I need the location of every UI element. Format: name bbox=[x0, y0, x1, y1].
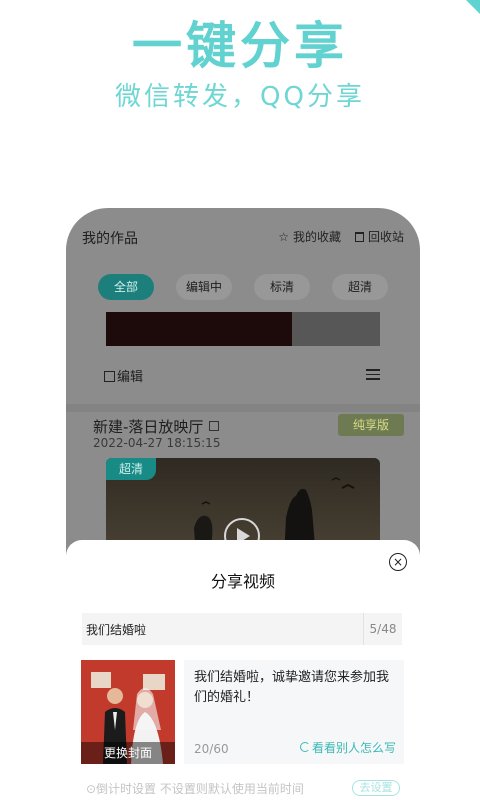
work-title[interactable]: 新建-落日放映厅 bbox=[93, 416, 220, 437]
share-sheet: 分享视频 × 我们结婚啦 5/48 更换封面 我们结婚啦，诚挚邀请您来参加我们的… bbox=[66, 540, 420, 800]
close-button[interactable]: × bbox=[389, 553, 407, 571]
title-char-count: 5/48 bbox=[363, 613, 402, 645]
see-others-link[interactable]: 看看别人怎么写 bbox=[299, 739, 396, 756]
hero-title: 一键分享 bbox=[132, 17, 348, 75]
edit-button[interactable]: 编辑 bbox=[104, 370, 143, 385]
tab-hd[interactable]: 超清 bbox=[332, 274, 388, 300]
recycle-bin-link[interactable]: 回收站 bbox=[354, 228, 404, 245]
edit-row: 编辑 bbox=[104, 366, 380, 386]
favorites-label: 我的收藏 bbox=[292, 230, 341, 244]
edit-icon bbox=[104, 371, 115, 382]
previous-work-thumbnail[interactable] bbox=[106, 312, 380, 346]
close-icon: × bbox=[392, 555, 404, 569]
app-header: 我的作品 ☆ 我的收藏 回收站 bbox=[82, 228, 404, 250]
thumbnail-dark-area bbox=[106, 312, 292, 346]
star-icon: ☆ bbox=[278, 229, 289, 244]
favorites-link[interactable]: ☆ 我的收藏 bbox=[278, 228, 341, 245]
hero-subtitle: 微信转发，QQ分享 bbox=[115, 82, 365, 112]
countdown-setting-button[interactable]: 去设置 bbox=[352, 780, 400, 796]
recycle-label: 回收站 bbox=[367, 230, 404, 244]
cover-image[interactable]: 更换封面 bbox=[81, 660, 175, 764]
rename-icon[interactable] bbox=[209, 421, 220, 431]
edit-label: 编辑 bbox=[117, 370, 144, 385]
work-title-text: 新建-落日放映厅 bbox=[93, 418, 204, 436]
see-others-label: 看看别人怎么写 bbox=[311, 741, 396, 755]
description-field[interactable]: 我们结婚啦，诚挚邀请您来参加我们的婚礼！ 20/60 看看别人怎么写 bbox=[184, 660, 404, 764]
sheet-title: 分享视频 bbox=[210, 572, 275, 591]
hd-badge: 超清 bbox=[106, 458, 156, 480]
page-title: 我的作品 bbox=[82, 231, 138, 247]
pure-version-badge: 纯享版 bbox=[338, 414, 404, 436]
refresh-icon bbox=[299, 742, 310, 752]
filter-tabs: 全部 编辑中 标清 超清 bbox=[98, 274, 388, 300]
tab-all[interactable]: 全部 bbox=[98, 274, 154, 300]
section-divider bbox=[66, 404, 420, 412]
tab-editing[interactable]: 编辑中 bbox=[176, 274, 232, 300]
description-text: 我们结婚啦，诚挚邀请您来参加我们的婚礼！ bbox=[194, 670, 390, 705]
video-title-value: 我们结婚啦 bbox=[86, 623, 147, 637]
work-date: 2022-04-27 18:15:15 bbox=[93, 436, 221, 450]
change-cover-button[interactable]: 更换封面 bbox=[81, 742, 175, 764]
countdown-setting-row: ⊙倒计时设置 不设置则默认使用当前时间 去设置 bbox=[86, 780, 406, 800]
trash-icon bbox=[354, 231, 364, 242]
video-title-field[interactable]: 我们结婚啦 5/48 bbox=[82, 613, 402, 645]
header-links: ☆ 我的收藏 回收站 bbox=[278, 228, 404, 245]
description-char-count: 20/60 bbox=[194, 742, 229, 756]
countdown-setting-label: ⊙倒计时设置 不设置则默认使用当前时间 bbox=[86, 782, 304, 796]
list-icon[interactable] bbox=[366, 369, 380, 380]
tab-standard[interactable]: 标清 bbox=[254, 274, 310, 300]
